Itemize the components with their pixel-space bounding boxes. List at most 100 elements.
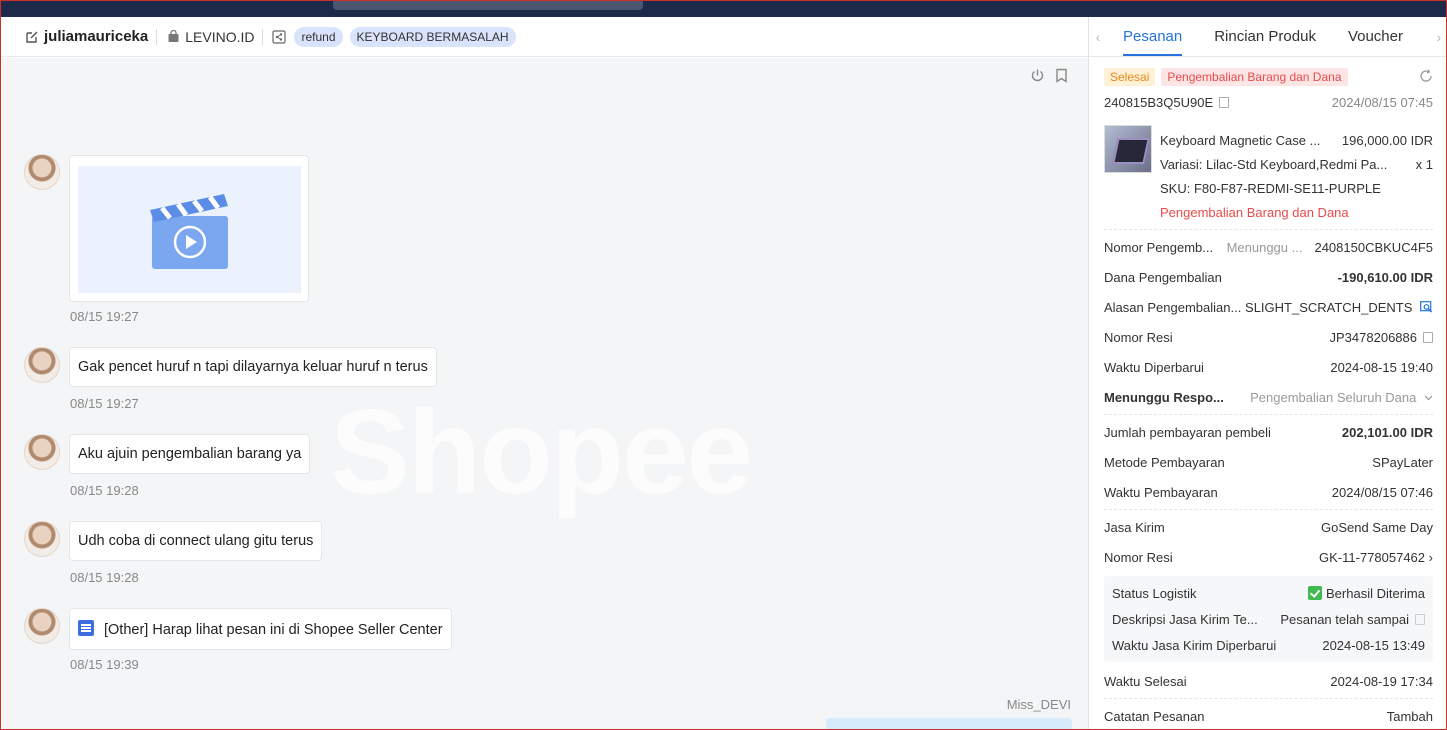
- message-bubble: Udh coba di connect ulang gitu terus: [69, 521, 323, 561]
- bookmark-icon[interactable]: [1055, 68, 1068, 86]
- video-thumbnail[interactable]: [78, 166, 301, 293]
- logistics-description: Pesanan telah sampai: [1280, 611, 1409, 627]
- product-sku: SKU: F80-F87-REDMI-SE11-PURPLE: [1160, 181, 1381, 196]
- tab-voucher[interactable]: Voucher: [1348, 17, 1403, 56]
- tag-keyboard-issue[interactable]: KEYBOARD BERMASALAH: [349, 26, 516, 47]
- product-card[interactable]: Keyboard Magnetic Case ... 196,000.00 ID…: [1104, 123, 1433, 221]
- divider: [1104, 229, 1433, 230]
- payment-time: 2024/08/15 07:46: [1331, 484, 1433, 500]
- chevron-right-icon[interactable]: ›: [1430, 17, 1446, 57]
- other-message-bubble[interactable]: [Other] Harap lihat pesan ini di Shopee …: [69, 608, 452, 650]
- copy-icon[interactable]: [1219, 97, 1230, 108]
- sent-message-bubble: [826, 718, 1072, 729]
- row-label: Waktu Diperbarui: [1104, 359, 1204, 375]
- buyer-avatar[interactable]: [24, 154, 60, 190]
- logistics-box: Status Logistik Berhasil Diterima Deskri…: [1104, 576, 1433, 662]
- chat-header: juliamauriceka LEVINO.ID refund KEYBOARD…: [2, 17, 1088, 57]
- message-time: 08/15 19:27: [70, 396, 139, 411]
- power-icon[interactable]: [1030, 68, 1045, 86]
- logistics-row: Deskripsi Jasa Kirim Te... Pesanan telah…: [1112, 606, 1425, 632]
- logistics-row: Waktu Jasa Kirim Diperbarui 2024-08-15 1…: [1112, 632, 1425, 658]
- refresh-icon[interactable]: [1419, 69, 1433, 86]
- tab-rincian-produk[interactable]: Rincian Produk: [1214, 17, 1316, 56]
- product-price: 196,000.00 IDR: [1341, 133, 1433, 148]
- courier: GoSend Same Day: [1320, 519, 1433, 535]
- order-info-rows: Nomor Pengemb... Menunggu ... 2408150CBK…: [1104, 227, 1433, 729]
- tab-pesanan[interactable]: Pesanan: [1123, 17, 1183, 56]
- add-note-link[interactable]: Tambah: [1387, 709, 1433, 724]
- row-label: Jasa Kirim: [1104, 519, 1165, 535]
- chat-username[interactable]: juliamauriceka: [44, 28, 148, 45]
- message-time: 08/15 19:28: [70, 570, 139, 585]
- edit-icon[interactable]: [24, 29, 40, 45]
- info-row[interactable]: Menunggu Respo... Pengembalian Seluruh D…: [1104, 382, 1433, 412]
- product-sku-row: SKU: F80-F87-REDMI-SE11-PURPLE: [1160, 181, 1433, 196]
- row-status: Menunggu ...: [1226, 239, 1303, 255]
- product-return-status: Pengembalian Barang dan Dana: [1160, 205, 1349, 220]
- order-id: 240815B3Q5U90E: [1104, 95, 1214, 110]
- shopee-watermark: Shopee: [330, 385, 753, 519]
- product-variant: Variasi: Lilac-Std Keyboard,Redmi Pa...: [1160, 157, 1388, 172]
- info-row: Jasa Kirim GoSend Same Day: [1104, 512, 1433, 542]
- row-label: Waktu Selesai: [1104, 673, 1187, 689]
- order-id-line: 240815B3Q5U90E 2024/08/15 07:45: [1104, 95, 1433, 110]
- sender-name: Miss_DEVI: [1006, 697, 1071, 712]
- video-message[interactable]: [69, 155, 309, 302]
- share-icon[interactable]: [271, 29, 287, 45]
- chevron-right-icon[interactable]: ›: [1429, 550, 1433, 565]
- return-badge: Pengembalian Barang dan Dana: [1161, 68, 1348, 86]
- shipping-tracking-link[interactable]: GK-11-778057462: [1319, 550, 1425, 565]
- message-bubble: Gak pencet huruf n tapi dilayarnya kelua…: [69, 347, 437, 387]
- view-evidence-icon[interactable]: [1420, 300, 1433, 313]
- copy-icon[interactable]: [1415, 613, 1425, 625]
- buyer-avatar[interactable]: [24, 434, 60, 470]
- buyer-avatar[interactable]: [24, 608, 60, 644]
- header-divider: [262, 28, 264, 45]
- return-number-link[interactable]: 2408150CBKUC4F5: [1314, 240, 1433, 255]
- product-status-row: Pengembalian Barang dan Dana: [1160, 205, 1433, 220]
- message-bubble: Aku ajuin pengembalian barang ya: [69, 434, 311, 474]
- chevron-down-icon[interactable]: [1424, 395, 1433, 401]
- row-label: Metode Pembayaran: [1104, 454, 1225, 470]
- row-label: Waktu Pembayaran: [1104, 484, 1218, 500]
- info-row[interactable]: Nomor Resi GK-11-778057462 ›: [1104, 542, 1433, 572]
- other-message-text: [Other] Harap lihat pesan ini di Shopee …: [104, 622, 443, 638]
- tracking-number: JP3478206886: [1329, 329, 1417, 345]
- info-row: Catatan Pesanan Tambah: [1104, 701, 1433, 729]
- row-label: Nomor Resi: [1104, 549, 1173, 565]
- chevron-left-icon[interactable]: ‹: [1089, 17, 1107, 56]
- row-label: Menunggu Respo...: [1104, 389, 1224, 405]
- shop-bag-icon: [165, 29, 181, 45]
- tag-refund[interactable]: refund: [294, 26, 343, 47]
- row-label: Deskripsi Jasa Kirim Te...: [1112, 611, 1258, 627]
- check-icon: [1308, 585, 1323, 600]
- payment-method: SPayLater: [1372, 454, 1433, 470]
- divider: [1104, 698, 1433, 699]
- info-row: Nomor Resi JP3478206886: [1104, 322, 1433, 352]
- row-label: Nomor Pengemb...: [1104, 239, 1214, 255]
- row-label: Status Logistik: [1112, 585, 1197, 601]
- info-row: Nomor Pengemb... Menunggu ... 2408150CBK…: [1104, 232, 1433, 262]
- row-label: Jumlah pembayaran pembeli: [1104, 424, 1271, 440]
- copy-icon[interactable]: [1423, 331, 1433, 343]
- order-time: 2024/08/15 07:45: [1331, 95, 1433, 110]
- refund-amount: -190,610.00 IDR: [1337, 269, 1433, 285]
- info-row: Waktu Diperbarui 2024-08-15 19:40: [1104, 352, 1433, 382]
- buyer-avatar[interactable]: [24, 347, 60, 383]
- buyer-avatar[interactable]: [24, 521, 60, 557]
- product-variant-row: Variasi: Lilac-Std Keyboard,Redmi Pa... …: [1160, 157, 1433, 172]
- logistics-row: Status Logistik Berhasil Diterima: [1112, 580, 1425, 606]
- browser-top-strip: [1, 1, 1446, 17]
- order-panel: ‹ Pesanan Rincian Produk Voucher › Seles…: [1088, 17, 1446, 729]
- product-image[interactable]: [1104, 125, 1152, 173]
- finish-time: 2024-08-19 17:34: [1330, 673, 1433, 689]
- return-reason: SLIGHT_SCRATCH_DENTS: [1245, 299, 1413, 315]
- product-name: Keyboard Magnetic Case ...: [1160, 133, 1321, 148]
- top-tab-pill[interactable]: [333, 1, 643, 10]
- status-badge: Selesai: [1104, 68, 1156, 86]
- product-qty: x 1: [1415, 157, 1433, 172]
- video-clapper-icon: [150, 194, 228, 269]
- seller-center-icon: [78, 620, 94, 636]
- app-frame: juliamauriceka LEVINO.ID refund KEYBOARD…: [0, 0, 1447, 730]
- updated-time: 2024-08-15 19:40: [1330, 359, 1433, 375]
